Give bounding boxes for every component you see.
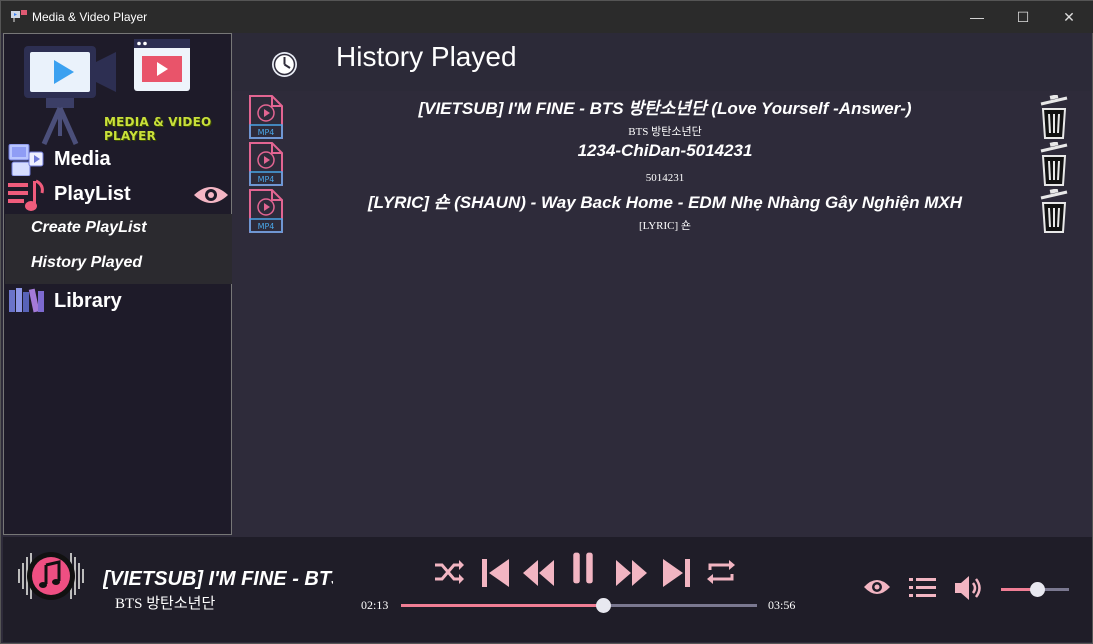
history-row[interactable]: MP4 [LYRIC] 숀 (SHAUN) - Way Back Home - …	[245, 187, 1091, 235]
volume-slider[interactable]	[1001, 582, 1069, 597]
history-item-title: [VIETSUB] I'M FINE - BTS 방탄소년단 (Love You…	[418, 99, 912, 118]
close-button[interactable]: ✕	[1046, 1, 1092, 33]
music-disc-icon	[18, 552, 84, 600]
submenu-item-create-playlist[interactable]: Create PlayList	[31, 219, 147, 237]
volume-slider-handle[interactable]	[1030, 582, 1046, 597]
volume-icon[interactable]	[954, 575, 984, 601]
mp4-file-icon-label: MP4	[258, 175, 275, 184]
queue-list-icon[interactable]	[909, 577, 937, 599]
page-header: History Played	[233, 33, 1091, 91]
history-item-artist: BTS 방탄소년단	[628, 126, 702, 138]
rewind-icon[interactable]	[521, 555, 555, 589]
seek-bar[interactable]	[401, 598, 757, 613]
maximize-button[interactable]: ☐	[1000, 1, 1046, 33]
eye-icon[interactable]	[863, 577, 891, 597]
mp4-file-icon: MP4	[249, 189, 283, 233]
books-icon	[9, 288, 44, 313]
trash-icon[interactable]	[1039, 95, 1069, 139]
submenu-item-history-played[interactable]: History Played	[31, 254, 142, 272]
history-item-title: [LYRIC] 숀 (SHAUN) - Way Back Home - EDM …	[367, 193, 962, 212]
sidebar-item-media[interactable]: Media	[8, 144, 232, 176]
history-row[interactable]: MP4 1234-ChiDan-5014231 5014231	[245, 140, 1091, 188]
mp4-file-icon-label: MP4	[258, 222, 275, 231]
fast-forward-icon[interactable]	[615, 555, 649, 589]
app-icon	[11, 10, 27, 22]
history-row[interactable]: MP4 [VIETSUB] I'M FINE - BTS 방탄소년단 (Love…	[245, 93, 1091, 141]
clock-icon	[272, 52, 297, 77]
media-icon	[8, 144, 44, 176]
playlist-submenu: Create PlayList History Played	[5, 214, 232, 284]
pause-icon[interactable]	[568, 551, 598, 585]
shuffle-icon[interactable]	[433, 555, 465, 589]
sidebar-item-media-label: Media	[54, 148, 111, 170]
trash-icon[interactable]	[1039, 189, 1069, 233]
sidebar: MEDIA & VIDEO PLAYER Media PlayList Crea…	[3, 33, 232, 535]
logo-text: MEDIA & VIDEO PLAYER	[104, 115, 212, 143]
minimize-button[interactable]: —	[954, 1, 1000, 33]
sidebar-item-playlist[interactable]: PlayList	[8, 179, 232, 211]
history-item-artist: 5014231	[645, 172, 685, 184]
repeat-icon[interactable]	[705, 555, 737, 589]
main-panel: History Played MP4 [VIETSUB] I'M FINE - …	[233, 33, 1091, 535]
mp4-file-icon: MP4	[249, 142, 283, 186]
title-bar: Media & Video Player — ☐ ✕	[1, 1, 1093, 33]
eye-icon[interactable]	[193, 184, 229, 206]
window-title: Media & Video Player	[32, 10, 148, 24]
now-playing-title: [VIETSUB] I'M FINE - BTS 방탄소년단 (Love You…	[103, 568, 333, 590]
trash-icon[interactable]	[1039, 142, 1069, 186]
playlist-icon	[8, 179, 44, 211]
page-title: History Played	[336, 41, 517, 72]
sidebar-item-library-label: Library	[54, 290, 122, 312]
total-time: 03:56	[768, 598, 796, 612]
now-playing-artist: BTS 방탄소년단	[115, 596, 216, 612]
sidebar-item-playlist-label: PlayList	[54, 183, 131, 205]
skip-next-icon[interactable]	[661, 555, 693, 589]
app-logo: MEDIA & VIDEO PLAYER	[18, 38, 228, 150]
mp4-file-icon-label: MP4	[258, 128, 275, 137]
seek-bar-fill	[401, 604, 604, 607]
elapsed-time: 02:13	[361, 598, 389, 612]
mp4-file-icon: MP4	[249, 95, 283, 139]
skip-previous-icon[interactable]	[479, 555, 511, 589]
app-window: Media & Video Player — ☐ ✕ MEDIA & VIDEO…	[0, 0, 1093, 644]
player-bar: [VIETSUB] I'M FINE - BTS 방탄소년단 (Love You…	[3, 537, 1092, 642]
seek-bar-handle[interactable]	[596, 598, 612, 613]
history-item-title: 1234-ChiDan-5014231	[577, 141, 753, 160]
sidebar-item-library[interactable]: Library	[8, 286, 232, 316]
history-item-artist: [LYRIC] 숀	[638, 220, 692, 232]
